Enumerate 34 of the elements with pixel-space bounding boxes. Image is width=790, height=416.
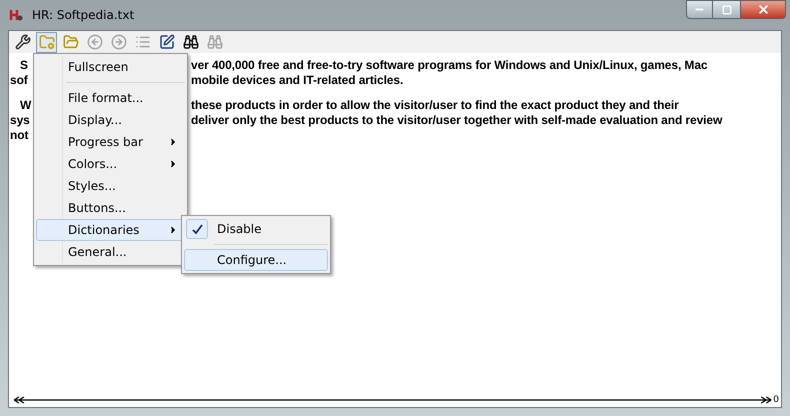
- menu-item[interactable]: Buttons...: [36, 197, 185, 219]
- menu-item[interactable]: Fullscreen: [36, 56, 185, 78]
- close-icon: [756, 3, 770, 16]
- document-text: these products in order to allow the visitor/user to find the exact product they and their: [191, 98, 679, 113]
- maximize-icon: [722, 4, 732, 14]
- binoculars-icon: [182, 34, 198, 50]
- document-text: sof: [10, 73, 28, 87]
- wrench-icon: [14, 34, 30, 50]
- maximize-button[interactable]: [713, 0, 740, 19]
- document-text: S: [20, 58, 28, 72]
- edit-icon: [158, 34, 174, 50]
- folder-gear-icon: [38, 34, 54, 50]
- binoculars-icon: [206, 34, 222, 50]
- document-text: W: [20, 98, 32, 112]
- menu-item[interactable]: General...: [36, 241, 185, 263]
- menu-item[interactable]: Display...: [36, 109, 185, 131]
- app-icon: [8, 7, 24, 23]
- position-reading: 0: [773, 396, 779, 404]
- menu-item[interactable]: Progress bar: [36, 131, 185, 153]
- list-icon: [134, 34, 150, 50]
- menu-item[interactable]: Colors...: [36, 153, 185, 175]
- minimize-button[interactable]: [686, 0, 713, 19]
- close-button[interactable]: [740, 0, 786, 19]
- menu-item[interactable]: Styles...: [36, 175, 185, 197]
- document-text: deliver only the best products to the visitor/user together with self-made evaluation and review: [191, 113, 722, 128]
- document-text: mobile devices and IT-related articles.: [191, 73, 404, 88]
- document-text: not: [10, 128, 28, 142]
- document-text: ver 400,000 free and free-to-try software programs for Windows and Unix/Linux, games, Mac: [191, 58, 708, 73]
- menu-item[interactable]: Configure...: [184, 249, 328, 271]
- menu-item[interactable]: File format...: [36, 87, 185, 109]
- window-title: HR: Softpedia.txt: [32, 7, 134, 24]
- document-text: sys: [10, 113, 30, 127]
- folder-open-icon: [62, 34, 78, 50]
- menu-item[interactable]: Disable: [184, 218, 328, 240]
